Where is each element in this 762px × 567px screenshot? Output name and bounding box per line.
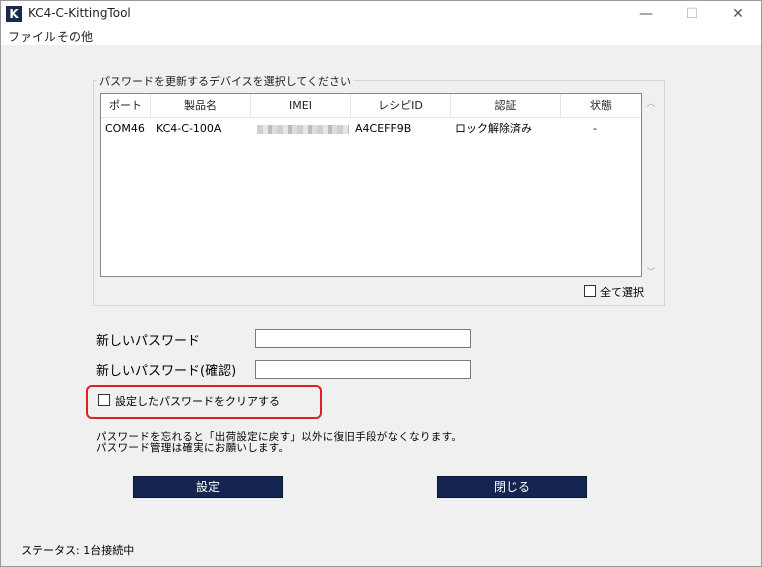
clear-password-checkbox[interactable]: [98, 394, 110, 406]
table-row[interactable]: COM46 KC4-C-100A A4CEFF9B ロック解除済み -: [101, 119, 641, 139]
new-password-input[interactable]: [255, 329, 471, 348]
main-window: K KC4-C-KittingTool — ☐ ✕ ファイル その他 パスワード…: [0, 0, 762, 567]
device-list-header: ポート 製品名 IMEI レシピID 認証 状態: [101, 94, 641, 118]
set-button[interactable]: 設定: [133, 476, 283, 498]
cell-state: -: [593, 122, 597, 135]
menu-file[interactable]: ファイル: [8, 28, 56, 45]
minimize-button[interactable]: —: [623, 1, 669, 27]
column-header-product[interactable]: 製品名: [151, 94, 251, 118]
status-text: ステータス: 1台接続中: [21, 544, 135, 557]
app-icon: K: [6, 6, 22, 22]
column-header-state[interactable]: 状態: [561, 94, 641, 118]
close-window-button[interactable]: ✕: [715, 1, 761, 27]
confirm-password-label: 新しいパスワード(確認): [96, 364, 237, 379]
cell-imei-redacted: [257, 125, 349, 134]
window-title: KC4-C-KittingTool: [28, 6, 131, 20]
cell-port: COM46: [105, 122, 145, 135]
column-header-imei[interactable]: IMEI: [251, 94, 351, 118]
column-header-recipe-id[interactable]: レシピID: [351, 94, 451, 118]
cell-product: KC4-C-100A: [156, 122, 222, 135]
column-header-auth[interactable]: 認証: [451, 94, 561, 118]
new-password-label: 新しいパスワード: [96, 334, 201, 349]
scroll-down-icon[interactable]: ﹀: [645, 265, 657, 278]
menu-other[interactable]: その他: [57, 28, 93, 45]
device-group-title: パスワードを更新するデバイスを選択してください: [97, 73, 354, 89]
menu-bar: ファイル その他: [1, 27, 761, 45]
maximize-button[interactable]: ☐: [669, 1, 715, 27]
close-button[interactable]: 閉じる: [437, 476, 587, 498]
confirm-password-input[interactable]: [255, 360, 471, 379]
cell-auth: ロック解除済み: [455, 122, 532, 135]
cell-recipe-id: A4CEFF9B: [355, 122, 412, 135]
select-all-checkbox[interactable]: [584, 285, 596, 297]
device-list[interactable]: ポート 製品名 IMEI レシピID 認証 状態 COM46 KC4-C-100…: [100, 93, 642, 277]
select-all-label[interactable]: 全て選択: [600, 284, 644, 300]
clear-password-label[interactable]: 設定したパスワードをクリアする: [115, 393, 280, 409]
scroll-up-icon[interactable]: ︿: [645, 96, 657, 109]
title-bar: K KC4-C-KittingTool — ☐ ✕: [1, 1, 761, 27]
notice-line-2: パスワード管理は確実にお願いします。: [96, 442, 290, 454]
column-header-port[interactable]: ポート: [101, 94, 151, 118]
